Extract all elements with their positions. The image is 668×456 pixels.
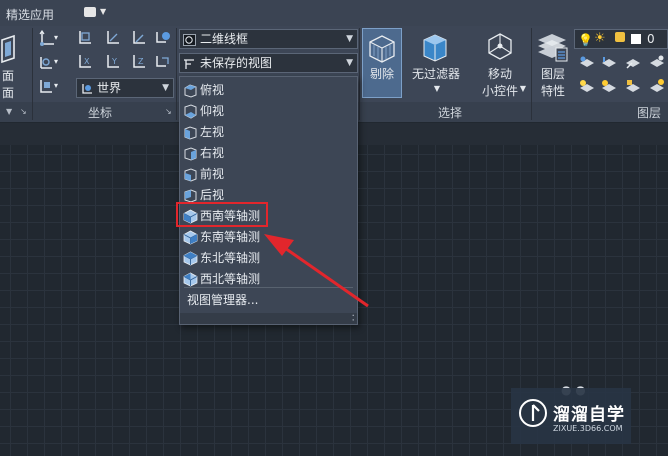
svg-text:Z: Z [138,57,144,66]
layer-color-swatch [631,34,641,44]
se-isometric-icon [183,230,198,245]
saved-view-combo[interactable]: 未保存的视图 ▼ [179,53,358,73]
layer-tool-icon[interactable] [600,54,618,72]
toggle-icon[interactable] [84,7,96,17]
view-panel-label: 面 面 [1,69,14,100]
move-gizmo-icon[interactable] [483,30,517,64]
chevron-down-icon[interactable]: ▼ [6,107,12,116]
svg-text:Y: Y [111,57,117,66]
layer-tool-icon[interactable] [648,78,666,96]
layer-tool-icon[interactable] [648,54,666,72]
resize-grip-icon[interactable]: ⠨ [349,314,355,323]
view-item-left[interactable]: 左视 [180,122,357,143]
svg-text:X: X [84,57,90,66]
layer-tool-icon[interactable] [578,78,596,96]
top-view-icon [183,83,198,98]
front-view-icon [183,167,198,182]
panel-launcher-icon[interactable]: ↘ [165,107,172,116]
ucs-zaxis-icon[interactable] [130,30,148,48]
chevron-down-icon: ▼ [162,83,169,93]
ucs-icon-settings-icon[interactable] [154,30,172,48]
dropdown-footer: ⠨ [180,313,357,324]
layer-tool-icon[interactable] [600,78,618,96]
layer-properties-icon[interactable] [535,30,569,64]
right-view-icon [183,146,198,161]
layer-name: 0 [647,32,655,46]
svg-text:▾: ▾ [54,57,58,66]
panel-launcher-icon[interactable]: ↘ [20,107,27,116]
ucs-icon[interactable]: ▾ [38,30,60,48]
lightbulb-icon: 💡 [578,33,593,47]
workspace-tab[interactable]: 精选应用 [6,6,54,23]
wireframe-style-icon [183,33,196,46]
saved-view-value: 未保存的视图 [200,56,273,70]
ucs-origin-icon[interactable]: ▾ [38,54,60,72]
layer-tool-icon[interactable] [578,54,596,72]
ucs-world-icon [80,82,93,94]
view-item-right[interactable]: 右视 [180,143,357,164]
chevron-down-icon[interactable]: ▼ [432,80,442,97]
ucs-world-icon[interactable] [76,30,94,48]
svg-text:▾: ▾ [54,81,58,90]
ucs-combo-value: 世界 [97,81,122,95]
layer-tool-icon[interactable] [624,54,642,72]
chevron-down-icon[interactable]: ▼ [100,7,106,16]
chevron-down-icon: ▼ [346,34,353,44]
coordinates-panel-title: 坐标 [87,106,112,120]
unlock-icon [615,32,625,42]
chevron-down-icon: ▼ [346,58,353,68]
ucs-named-icon[interactable]: ▾ [38,78,60,96]
layer-tool-icon[interactable] [624,78,642,96]
highlight-box [176,202,268,227]
cull-cube-icon [366,32,398,64]
bottom-view-icon [183,104,198,119]
watermark-logo-icon [519,399,547,427]
view-item-top[interactable]: 俯视 [180,80,357,101]
layers-panel-title: 图层 [636,106,661,120]
selection-panel-title: 选择 [437,106,462,120]
watermark: 溜溜自学 ZIXUE.3D66.COM [511,388,631,444]
view-item-front[interactable]: 前视 [180,164,357,185]
left-view-icon [183,125,198,140]
visual-style-value: 二维线框 [200,32,249,46]
ucs-x-icon[interactable]: X [76,54,94,72]
cull-label: 剔除 [369,67,394,81]
ne-isometric-icon [183,251,198,266]
visual-style-combo[interactable]: 二维线框 ▼ [179,29,358,49]
watermark-subtitle: ZIXUE.3D66.COM [553,424,623,433]
chevron-down-icon[interactable]: ▼ [518,80,528,97]
ribbon-tab-strip: 精选应用 ▼ [0,0,668,26]
sun-icon: ☀ [594,31,606,46]
view-cube-icon[interactable] [0,34,18,64]
saved-view-icon [183,57,196,69]
nw-isometric-icon [183,272,198,287]
ucs-y-icon[interactable]: Y [104,54,122,72]
svg-text:▾: ▾ [54,33,58,42]
layer-properties-label[interactable]: 图层 特性 [533,66,573,100]
selection-filter-icon[interactable] [418,30,452,64]
layer-combo[interactable]: 💡 ☀ 0 [574,29,668,49]
ucs-3point-icon[interactable] [104,30,122,48]
ucs-apply-icon[interactable] [154,54,172,72]
watermark-title: 溜溜自学 [553,405,625,425]
view-item-bottom[interactable]: 仰视 [180,101,357,122]
ucs-z-icon[interactable]: Z [130,54,148,72]
back-view-icon [183,188,198,203]
annotation-arrow [264,234,369,308]
ucs-combo[interactable]: 世界 ▼ [76,78,174,98]
